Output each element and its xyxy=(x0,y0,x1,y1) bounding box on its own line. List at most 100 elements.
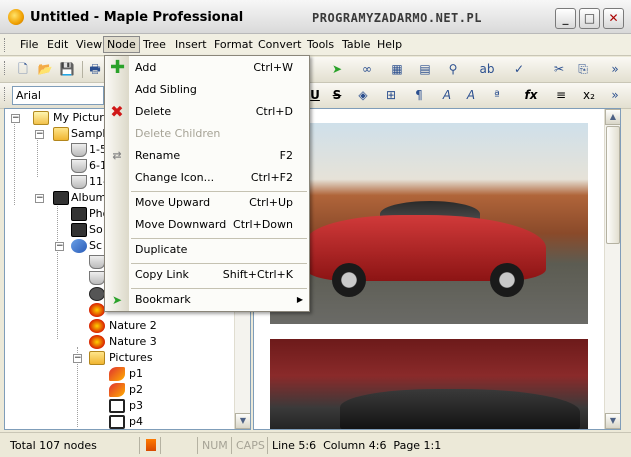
menu-node[interactable]: Node xyxy=(103,36,140,53)
menu-bar: File Edit View Node Tree Insert Format C… xyxy=(0,34,631,56)
table-grid-icon[interactable]: ▦ xyxy=(388,61,406,78)
menu-item-bookmark[interactable]: ➤ Bookmark ▶ xyxy=(105,290,309,310)
camera-icon xyxy=(71,223,87,237)
subscript-icon[interactable]: x₂ xyxy=(580,87,598,104)
text-case-icon[interactable]: ª xyxy=(488,87,506,104)
tree-node-label: p2 xyxy=(129,383,143,396)
menu-file[interactable]: File xyxy=(17,37,41,54)
menu-format[interactable]: Format xyxy=(211,37,256,54)
menu-edit[interactable]: Edit xyxy=(44,37,71,54)
menu-view[interactable]: View xyxy=(73,37,105,54)
car-wheel xyxy=(332,263,366,297)
burst-icon xyxy=(89,303,105,317)
minimize-button[interactable]: _ xyxy=(555,8,576,29)
flag-icon xyxy=(146,439,156,451)
link-icon[interactable]: ∞ xyxy=(358,61,376,78)
tree-node-label: My Picture xyxy=(53,111,111,124)
red-car-photo xyxy=(270,123,588,324)
font-style-icon[interactable]: A xyxy=(438,87,456,104)
font-name-combo[interactable]: Arial xyxy=(12,86,104,105)
maximize-button[interactable]: □ xyxy=(579,8,600,29)
align-justify-icon[interactable]: ≡ xyxy=(552,87,570,104)
collapse-toggle[interactable]: − xyxy=(73,354,82,363)
printer-icon[interactable]: ▤ xyxy=(416,61,434,78)
folder-icon xyxy=(89,351,105,365)
menu-tools[interactable]: Tools xyxy=(304,37,337,54)
menu-separator xyxy=(131,288,307,289)
menu-item-rename[interactable]: ⇄ Rename F2 xyxy=(105,146,309,166)
open-folder-icon[interactable]: 📂 xyxy=(36,61,54,78)
menu-item-add[interactable]: ✚ Add Ctrl+W xyxy=(105,58,309,78)
menu-item-delete-children: Delete Children xyxy=(135,127,221,140)
status-spacer xyxy=(160,437,198,454)
tree-node-label: Sc xyxy=(89,239,103,252)
folder-icon xyxy=(53,127,69,141)
font-size-icon[interactable]: A xyxy=(462,87,480,104)
toolbar-overflow-icon[interactable]: » xyxy=(606,61,624,78)
copy-icon[interactable]: ⎘ xyxy=(574,61,592,78)
menu-item-copy-link[interactable]: Copy Link Shift+Ctrl+K xyxy=(105,265,309,285)
tree-line xyxy=(37,135,38,177)
tree-node-label: Album xyxy=(71,191,107,204)
standard-toolbar: 🗋 📂 💾 🖶 ➤ ∞ ▦ ▤ ⚲ ab ✓ ✂ ⎘ » xyxy=(0,57,631,83)
collapse-toggle[interactable]: − xyxy=(55,242,64,251)
print-icon[interactable]: 🖶 xyxy=(86,61,104,78)
tree-line xyxy=(57,199,58,339)
tools-icon xyxy=(71,239,87,253)
scroll-down-arrow-icon[interactable]: ▼ xyxy=(605,413,620,429)
paragraph-icon[interactable]: ¶ xyxy=(410,87,428,104)
butterfly-icon xyxy=(109,383,125,397)
scroll-down-arrow-icon[interactable]: ▼ xyxy=(235,413,250,429)
collapse-toggle[interactable]: − xyxy=(11,114,20,123)
close-button[interactable]: ✕ xyxy=(603,8,624,29)
cup-icon xyxy=(89,271,105,285)
menu-item-add-sibling[interactable]: Add Sibling xyxy=(105,80,309,100)
cup-icon xyxy=(71,175,87,189)
plus-icon: ✚ xyxy=(110,57,126,78)
menubar-grip xyxy=(4,38,7,52)
burst-icon xyxy=(89,335,105,349)
cup-icon xyxy=(89,255,105,269)
bookmark-arrow-icon[interactable]: ➤ xyxy=(328,61,346,78)
function-icon[interactable]: fx xyxy=(522,87,540,104)
editor-scrollbar[interactable]: ▲ ▼ xyxy=(604,109,620,429)
toolbar-grip xyxy=(4,61,7,75)
status-bar: Total 107 nodes NUM CAPS Line 5:6 Column… xyxy=(0,432,631,457)
menu-insert[interactable]: Insert xyxy=(172,37,210,54)
strikethrough-icon[interactable]: S xyxy=(328,87,346,104)
menu-item-delete[interactable]: ✖ Delete Ctrl+D xyxy=(105,102,309,122)
replace-icon[interactable]: ab xyxy=(478,61,496,78)
cup-icon xyxy=(71,143,87,157)
format-toolbar: Arial U S ◈ ⊞ ¶ A A ª fx ≡ x₂ » xyxy=(0,83,631,109)
menu-item-move-downward[interactable]: Move Downward Ctrl+Down xyxy=(105,215,309,235)
collapse-toggle[interactable]: − xyxy=(35,130,44,139)
toolbar-overflow-icon-2[interactable]: » xyxy=(606,87,624,104)
spellcheck-icon[interactable]: ✓ xyxy=(510,61,528,78)
tree-node-label: Nature 3 xyxy=(109,335,157,348)
toolbar-separator xyxy=(82,61,83,78)
menu-table[interactable]: Table xyxy=(339,37,373,54)
menu-item-move-upward[interactable]: Move Upward Ctrl+Up xyxy=(105,193,309,213)
tree-node-label: Nature 2 xyxy=(109,319,157,332)
menu-convert[interactable]: Convert xyxy=(255,37,305,54)
tree-node-label: So xyxy=(89,223,103,236)
cut-scissors-icon[interactable]: ✂ xyxy=(550,61,568,78)
editor-scroll-thumb[interactable] xyxy=(606,126,620,244)
menu-help[interactable]: Help xyxy=(374,37,405,54)
save-disk-icon[interactable]: 💾 xyxy=(58,61,76,78)
menu-separator xyxy=(131,191,307,192)
bookmark-icon: ➤ xyxy=(111,293,123,307)
menu-item-duplicate[interactable]: Duplicate xyxy=(105,240,309,260)
highlight-color-icon[interactable]: ◈ xyxy=(354,87,372,104)
border-icon[interactable]: ⊞ xyxy=(382,87,400,104)
find-binoculars-icon[interactable]: ⚲ xyxy=(444,61,462,78)
scroll-up-arrow-icon[interactable]: ▲ xyxy=(605,109,620,125)
new-document-icon[interactable]: 🗋 xyxy=(14,61,32,78)
collapse-toggle[interactable]: − xyxy=(35,194,44,203)
tree-node-label: p4 xyxy=(129,415,143,428)
menu-tree[interactable]: Tree xyxy=(140,37,169,54)
tree-node-label: p1 xyxy=(129,367,143,380)
menu-item-change-icon[interactable]: Change Icon... Ctrl+F2 xyxy=(105,168,309,188)
submenu-arrow-icon: ▶ xyxy=(296,295,303,304)
rename-icon: ⇄ xyxy=(112,149,122,162)
